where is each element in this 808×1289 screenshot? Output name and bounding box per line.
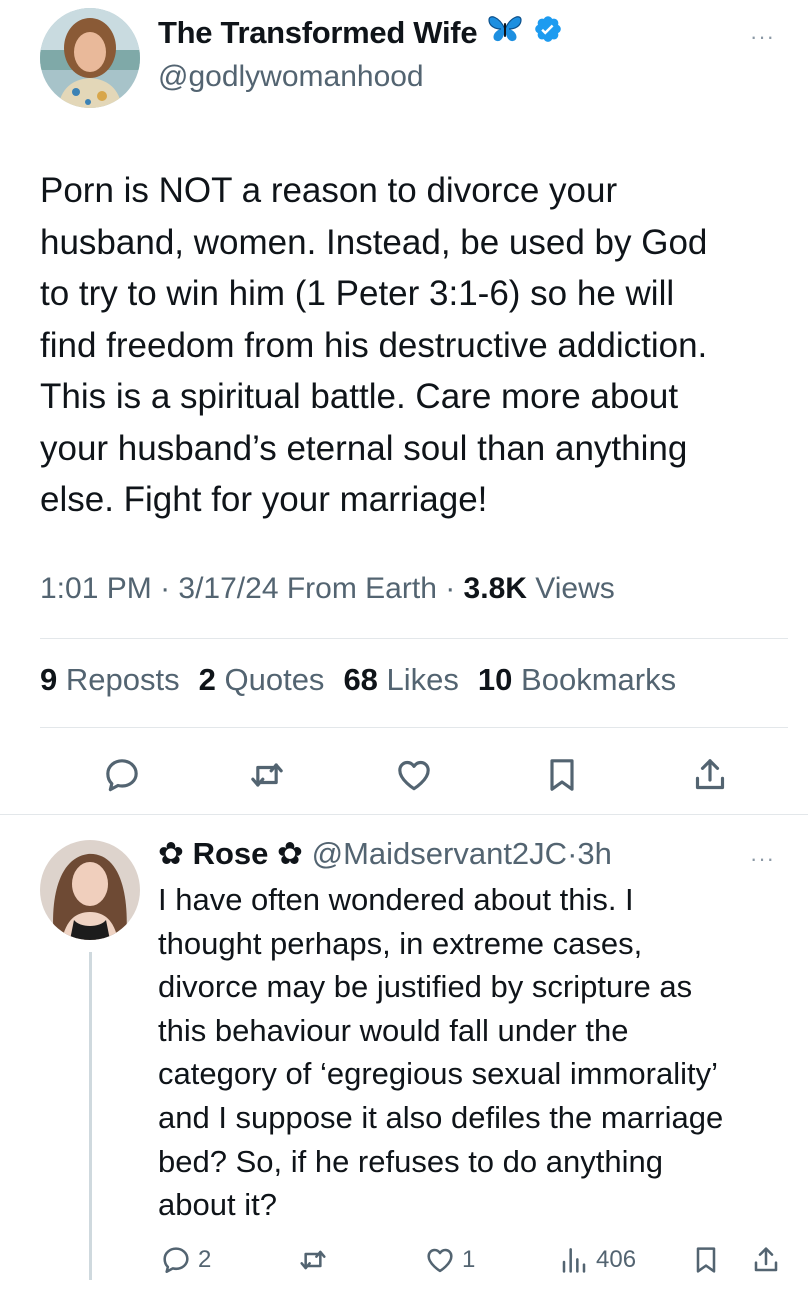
author-handle[interactable]: @godlywomanhood xyxy=(158,60,424,94)
repost-button[interactable] xyxy=(243,748,291,802)
reply-text-line: about it? xyxy=(158,1187,277,1223)
quotes-stat[interactable]: 2 Quotes xyxy=(199,662,325,698)
reply-text-line: divorce may be justified by scripture as xyxy=(158,969,693,1005)
bookmark-button[interactable] xyxy=(538,748,586,802)
heart-icon xyxy=(427,1248,453,1273)
views-label: Views xyxy=(535,572,615,605)
reposts-stat[interactable]: 9 Reposts xyxy=(40,662,180,698)
heart-icon xyxy=(398,760,430,791)
reply-count: 2 xyxy=(198,1246,212,1273)
reply-avatar[interactable] xyxy=(40,840,140,940)
reply-more-options-icon[interactable]: ··· xyxy=(750,846,775,872)
reply-author-handle[interactable]: @Maidservant2JC xyxy=(312,836,567,871)
divider xyxy=(40,638,788,639)
share-button[interactable] xyxy=(686,748,734,802)
tweet-text-line: your husband’s eternal soul than anythin… xyxy=(40,428,688,468)
tweet-meta: 1:01 PM · 3/17/24 From Earth · 3.8K View… xyxy=(40,572,615,605)
tweet-location: From Earth xyxy=(286,572,437,605)
reply-header: ✿ Rose ✿ @Maidservant2JC·3h xyxy=(158,836,612,871)
reply-text-line: I have often wondered about this. I xyxy=(158,882,634,917)
views-chart-icon xyxy=(562,1248,586,1273)
reply-text-line: thought perhaps, in extreme cases, xyxy=(158,925,643,961)
tweet-text-line: to try to win him (1 Peter 3:1-6) so he … xyxy=(40,274,675,313)
reply-icon xyxy=(163,1247,189,1273)
reply-repost-button[interactable] xyxy=(296,1238,330,1282)
verified-badge-icon xyxy=(533,14,563,52)
tweet-action-bar xyxy=(0,748,808,802)
reply-text: I have often wondered about this. I thou… xyxy=(158,878,788,1227)
repost-icon xyxy=(251,763,283,787)
tweet-text-line: husband, women. Instead, be used by God xyxy=(40,222,708,262)
tweet-text-line: else. Fight for your marriage! xyxy=(40,480,488,519)
reply-bookmark-button[interactable] xyxy=(690,1238,722,1282)
views-count: 3.8K xyxy=(463,572,527,605)
reply-text-line: bed? So, if he refuses to do anything xyxy=(158,1143,663,1179)
reply-views-button[interactable]: 406 xyxy=(558,1238,636,1282)
author-name[interactable]: The Transformed Wife xyxy=(158,15,478,51)
tweet-stats: 9 Reposts 2 Quotes 68 Likes 10 Bookmarks xyxy=(40,662,676,698)
tweet-text-line: Porn is NOT a reason to divorce your xyxy=(40,171,618,210)
author-avatar[interactable] xyxy=(40,8,140,108)
tweet-text-line: find freedom from his destructive addict… xyxy=(40,325,708,365)
reply-author-name[interactable]: ✿ Rose ✿ xyxy=(158,836,303,871)
share-icon xyxy=(754,1247,778,1272)
bookmark-icon xyxy=(550,759,574,791)
like-button[interactable] xyxy=(390,748,438,802)
reply-text-line: category of ‘egregious sexual immorality… xyxy=(158,1056,718,1092)
reply-icon xyxy=(106,759,138,792)
reply-text-line: this behaviour would fall under the xyxy=(158,1012,629,1048)
repost-icon xyxy=(300,1250,326,1270)
reply-text-line: and I suppose it also defiles the marria… xyxy=(158,1099,724,1135)
tweet-date[interactable]: 3/17/24 xyxy=(178,572,278,605)
bookmarks-stat[interactable]: 10 Bookmarks xyxy=(478,662,676,698)
tweet-text: Porn is NOT a reason to divorce your hus… xyxy=(40,165,788,526)
reply-button[interactable] xyxy=(98,748,146,802)
thread-line xyxy=(89,952,92,1280)
like-count: 1 xyxy=(462,1246,476,1273)
likes-stat[interactable]: 68 Likes xyxy=(343,662,458,698)
reply-reply-button[interactable]: 2 xyxy=(160,1238,211,1282)
view-count: 406 xyxy=(596,1246,637,1273)
bookmark-icon xyxy=(696,1247,716,1273)
butterfly-icon xyxy=(487,14,523,52)
tweet-time[interactable]: 1:01 PM xyxy=(40,572,152,605)
more-options-icon[interactable]: ··· xyxy=(750,24,775,50)
reply-like-button[interactable]: 1 xyxy=(424,1238,475,1282)
tweet-text-line: This is a spiritual battle. Care more ab… xyxy=(40,377,679,416)
reply-share-button[interactable] xyxy=(750,1238,782,1282)
share-icon xyxy=(695,759,725,790)
reply-age[interactable]: 3h xyxy=(577,836,611,871)
author-name-row[interactable]: The Transformed Wife xyxy=(158,14,563,52)
divider xyxy=(40,727,788,728)
reply-action-bar: 2 1 406 xyxy=(0,1238,808,1282)
divider xyxy=(0,814,808,815)
